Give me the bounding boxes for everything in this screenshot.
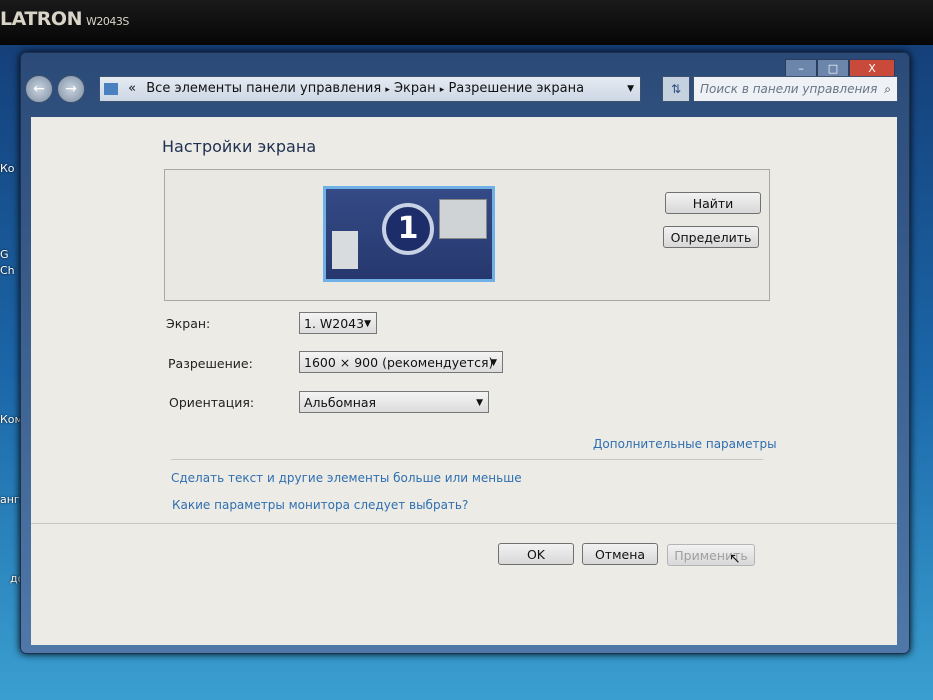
- breadcrumb-item[interactable]: Экран: [394, 81, 436, 96]
- breadcrumb-item[interactable]: Разрешение экрана: [448, 81, 584, 96]
- breadcrumb-item[interactable]: Все элементы панели управления: [146, 81, 381, 96]
- model-text: W2043S: [85, 15, 129, 28]
- desktop-icon-label[interactable]: G: [0, 248, 9, 261]
- screen-select[interactable]: 1. W2043 ▼: [299, 312, 377, 334]
- orientation-label: Ориентация:: [169, 395, 255, 410]
- resolution-value: 1600 × 900 (рекомендуется): [304, 355, 494, 370]
- monitor-brand: LATRON W2043S: [0, 8, 129, 30]
- page-title: Настройки экрана: [162, 137, 317, 156]
- monitor-layout-panel: 1 Найти Определить: [164, 169, 770, 301]
- text-size-link[interactable]: Сделать текст и другие элементы больше и…: [171, 471, 522, 485]
- content-area: Настройки экрана 1 Найти Определить Экра…: [31, 117, 897, 645]
- divider: [171, 459, 763, 460]
- breadcrumb-overflow[interactable]: «: [128, 81, 136, 96]
- monitor-number-badge: 1: [382, 203, 434, 255]
- desktop-icon-label[interactable]: Ко: [0, 162, 15, 175]
- monitor-bezel: [0, 0, 933, 48]
- address-dropdown-icon[interactable]: ▼: [627, 77, 634, 101]
- desktop-icon-label[interactable]: Ch: [0, 264, 15, 277]
- refresh-button[interactable]: ⇅: [662, 76, 690, 102]
- search-icon[interactable]: ⌕: [884, 77, 891, 101]
- forward-button[interactable]: →: [57, 75, 85, 103]
- mouse-cursor-icon: ↖: [729, 551, 741, 567]
- address-bar[interactable]: « Все элементы панели управления ▸ Экран…: [99, 76, 641, 102]
- chevron-down-icon: ▼: [490, 358, 497, 368]
- divider: [31, 523, 897, 524]
- apply-button[interactable]: Применить: [667, 544, 755, 566]
- identify-button[interactable]: Определить: [663, 226, 759, 248]
- monitor-1-thumbnail[interactable]: 1: [323, 186, 495, 282]
- chevron-down-icon: ▼: [476, 398, 483, 408]
- window-preview-icon: [439, 199, 487, 239]
- breadcrumb-separator-icon[interactable]: ▸: [385, 85, 390, 95]
- screen-value: 1. W2043: [304, 316, 365, 331]
- search-placeholder: Поиск в панели управления: [700, 82, 878, 96]
- resolution-label: Разрешение:: [168, 356, 253, 371]
- advanced-settings-link[interactable]: Дополнительные параметры: [593, 437, 777, 451]
- cancel-button[interactable]: Отмена: [582, 543, 658, 565]
- search-input[interactable]: Поиск в панели управления ⌕: [693, 76, 898, 102]
- chevron-down-icon: ▼: [364, 319, 371, 329]
- orientation-select[interactable]: Альбомная ▼: [299, 391, 489, 413]
- control-panel-icon: [104, 82, 118, 95]
- brand-text: LATRON: [0, 8, 82, 30]
- orientation-value: Альбомная: [304, 395, 377, 410]
- back-button[interactable]: ←: [25, 75, 53, 103]
- ok-button[interactable]: OK: [498, 543, 574, 565]
- find-button[interactable]: Найти: [665, 192, 761, 214]
- resolution-select[interactable]: 1600 × 900 (рекомендуется) ▼: [299, 351, 503, 373]
- start-menu-preview-icon: [332, 231, 358, 269]
- screen-label: Экран:: [166, 316, 211, 331]
- breadcrumb-separator-icon[interactable]: ▸: [440, 85, 445, 95]
- monitor-help-link[interactable]: Какие параметры монитора следует выбрать…: [172, 498, 468, 512]
- control-panel-window: – □ X ← → « Все элементы панели управлен…: [20, 52, 910, 654]
